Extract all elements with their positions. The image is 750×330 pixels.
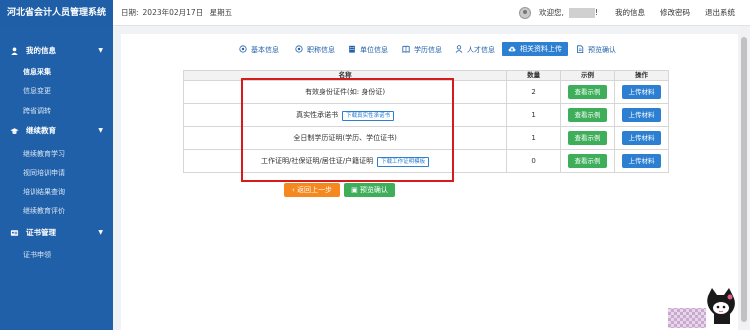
sidebar-group-label: 证书管理 [26,228,56,237]
upload-material-button[interactable]: 上传材料 [622,154,661,168]
building-icon [349,45,355,53]
sidebar-group-certificates[interactable]: 证书管理 ▼ [0,224,113,242]
step-document-upload[interactable]: 相关资料上传 [502,42,568,56]
date-display: 日期: 2023年02月17日 星期五 [121,0,236,26]
preview-confirm-button[interactable]: ▣ 预览确认 [344,183,395,197]
sidebar-item-info-change[interactable]: 信息变更 [0,83,113,99]
chevron-down-icon: ▼ [98,229,103,236]
header-action: 操作 [614,70,669,81]
row-action-cell: 上传材料 [614,126,669,150]
header-count: 数量 [506,70,562,81]
graduation-cap-icon [10,128,19,134]
mascot-sticker [668,288,735,328]
step-talent-info[interactable]: 人才信息 [455,44,495,56]
step-label: 预览确认 [588,46,616,54]
step-label: 学历信息 [414,46,442,54]
chevron-down-icon: ▼ [98,127,103,134]
username-masked [569,8,595,18]
top-bar: 河北省会计人员管理系统 日期: 2023年02月17日 星期五 欢迎您, ! 我的… [0,0,750,26]
sidebar-item-equivalent-training[interactable]: 视同培训申请 [0,165,113,181]
sidebar-group-label: 继续教育 [26,126,56,135]
target-icon [239,45,247,53]
scrollbar-thumb[interactable] [741,37,747,322]
row-count: 2 [506,80,562,104]
row-count: 1 [506,103,562,127]
row-example-cell: 查看示例 [560,80,616,104]
step-title-info[interactable]: 职称信息 [295,44,335,56]
annotation-highlight-box [241,78,454,182]
step-label: 相关资料上传 [520,45,562,53]
sidebar-item-transfer[interactable]: 跨省调转 [0,103,113,119]
step-education-info[interactable]: 学历信息 [402,44,442,56]
row-example-cell: 查看示例 [560,103,616,127]
sidebar-item-certificate-application[interactable]: 证书申领 [0,247,113,263]
step-label: 人才信息 [467,46,495,54]
target-icon [295,45,303,53]
user-icon [11,47,18,55]
view-example-button[interactable]: 查看示例 [568,108,608,122]
header-example: 示例 [560,70,616,81]
date-value: 2023年02月17日 [142,8,204,17]
row-count: 1 [506,126,562,150]
welcome-suffix: ! [595,8,599,17]
view-example-button[interactable]: 查看示例 [568,85,608,99]
change-password-link[interactable]: 修改密码 [660,0,690,26]
step-label: 基本信息 [251,46,279,54]
app-title: 河北省会计人员管理系统 [0,0,113,26]
sidebar-item-education-study[interactable]: 继续教育学习 [0,146,113,162]
sidebar-item-training-results[interactable]: 培训结果查询 [0,184,113,200]
row-count: 0 [506,149,562,173]
confirm-button-label: 预览确认 [359,186,388,194]
welcome-text: 欢迎您, [539,8,564,17]
sidebar-group-label: 我的信息 [26,46,56,55]
my-info-link[interactable]: 我的信息 [615,0,645,26]
cloud-upload-icon [508,46,516,52]
upload-material-button[interactable]: 上传材料 [622,85,661,99]
sidebar: 我的信息 ▼ 信息采集 信息变更 跨省调转 继续教育 ▼ 继续教育学习 视同培训… [0,26,113,330]
back-button[interactable]: ‹ 返回上一步 [284,183,340,197]
view-example-button[interactable]: 查看示例 [568,131,608,145]
step-label: 单位信息 [360,46,388,54]
step-employer-info[interactable]: 单位信息 [348,44,388,56]
step-basic-info[interactable]: 基本信息 [239,44,279,56]
sidebar-group-education[interactable]: 继续教育 ▼ [0,122,113,140]
id-card-icon [10,230,19,236]
view-example-button[interactable]: 查看示例 [568,154,608,168]
row-action-cell: 上传材料 [614,80,669,104]
sidebar-group-my-info[interactable]: 我的信息 ▼ [0,42,113,60]
upload-material-button[interactable]: 上传材料 [622,131,661,145]
logout-link[interactable]: 退出系统 [705,0,735,26]
date-label: 日期: [121,8,139,17]
row-action-cell: 上传材料 [614,149,669,173]
sidebar-item-info-collection[interactable]: 信息采集 [0,64,113,80]
document-icon [577,45,584,53]
step-preview-confirm[interactable]: 预览确认 [576,44,616,56]
book-icon [402,45,410,53]
row-action-cell: 上传材料 [614,103,669,127]
weekday: 星期五 [209,8,233,17]
chevron-down-icon: ▼ [98,47,103,54]
avatar[interactable] [519,7,531,19]
scrollbar[interactable] [740,27,748,328]
upload-material-button[interactable]: 上传材料 [622,108,661,122]
person-icon [455,45,463,53]
sidebar-item-education-evaluation[interactable]: 继续教育评价 [0,203,113,219]
back-button-label: 返回上一步 [297,186,333,194]
step-label: 职称信息 [307,46,335,54]
row-example-cell: 查看示例 [560,126,616,150]
row-example-cell: 查看示例 [560,149,616,173]
save-icon: ▣ [351,186,360,194]
